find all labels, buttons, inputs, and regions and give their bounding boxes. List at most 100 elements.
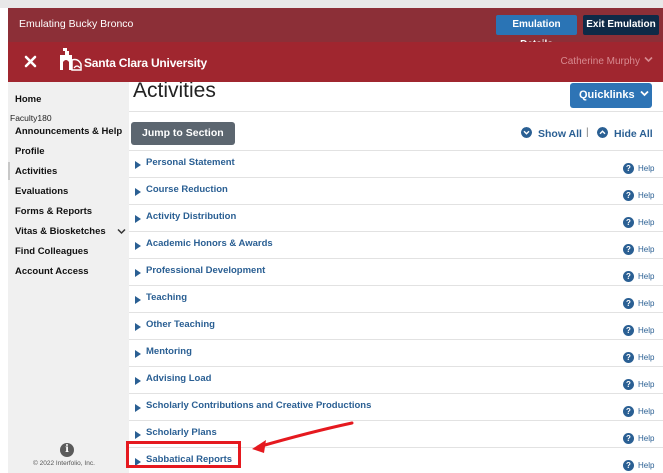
section-row[interactable]: Course Reduction ? Help	[129, 177, 663, 204]
expand-triangle-icon	[135, 431, 141, 439]
section-row[interactable]: Activity Distribution ? Help	[129, 204, 663, 231]
info-icon[interactable]: i	[60, 443, 74, 457]
section-row[interactable]: Academic Honors & Awards ? Help	[129, 231, 663, 258]
expand-triangle-icon	[135, 296, 141, 304]
section-label[interactable]: Advising Load	[146, 373, 211, 384]
mission-bell-logo-icon	[60, 48, 82, 71]
brand-name[interactable]: Santa Clara University	[84, 56, 207, 70]
help-label: Help	[638, 407, 655, 416]
question-icon: ?	[623, 163, 634, 174]
hide-all-label: Hide All	[614, 128, 653, 140]
emulation-details-button[interactable]: Emulation Details	[496, 15, 577, 50]
chevron-down-icon	[640, 90, 649, 97]
section-label[interactable]: Activity Distribution	[146, 211, 236, 222]
sidebar-item-find-colleagues[interactable]: Find Colleagues	[15, 246, 88, 257]
section-row[interactable]: Teaching ? Help	[129, 285, 663, 312]
user-menu[interactable]: Catherine Murphy	[561, 56, 653, 67]
circle-chevron-up-icon	[597, 127, 608, 138]
title-divider	[129, 111, 663, 112]
close-icon[interactable]	[22, 50, 40, 74]
section-label[interactable]: Scholarly Plans	[146, 427, 217, 438]
emulation-bar: Emulating Bucky Bronco Emulation Details…	[8, 8, 663, 50]
quicklinks-button[interactable]: Quicklinks	[570, 83, 652, 108]
question-icon: ?	[623, 325, 634, 336]
jump-to-section-button[interactable]: Jump to Section	[131, 122, 235, 158]
expand-triangle-icon	[135, 350, 141, 358]
help-label: Help	[638, 353, 655, 362]
quicklinks-label: Quicklinks	[579, 89, 635, 101]
question-icon: ?	[623, 244, 634, 255]
section-row[interactable]: Scholarly Contributions and Creative Pro…	[129, 393, 663, 420]
copyright: © 2022 Interfolio, Inc.	[33, 460, 95, 467]
section-label[interactable]: Scholarly Contributions and Creative Pro…	[146, 400, 371, 411]
section-row[interactable]: Other Teaching ? Help	[129, 312, 663, 339]
question-icon: ?	[623, 217, 634, 228]
help-link[interactable]: ? Help	[623, 379, 654, 390]
help-link[interactable]: ? Help	[623, 298, 654, 309]
question-icon: ?	[623, 298, 634, 309]
sidebar-group-label: Faculty180	[10, 113, 52, 123]
main-header: Santa Clara University Catherine Murphy	[8, 42, 663, 82]
section-label[interactable]: Professional Development	[146, 265, 265, 276]
question-icon: ?	[623, 460, 634, 471]
section-label[interactable]: Mentoring	[146, 346, 192, 357]
help-link[interactable]: ? Help	[623, 352, 654, 363]
sidebar-item-activities[interactable]: Activities	[15, 166, 57, 177]
sidebar-item-announcements[interactable]: Announcements & Help	[15, 126, 122, 137]
help-link[interactable]: ? Help	[623, 460, 654, 471]
help-label: Help	[638, 218, 655, 227]
sidebar-item-vitas-biosketches[interactable]: Vitas & Biosketches	[15, 226, 106, 237]
user-name: Catherine Murphy	[560, 56, 640, 67]
expand-triangle-icon	[135, 161, 141, 169]
help-label: Help	[638, 299, 655, 308]
section-row[interactable]: Mentoring ? Help	[129, 339, 663, 366]
help-link[interactable]: ? Help	[623, 163, 654, 174]
main-content: Activities Quicklinks Jump to Section Sh…	[129, 82, 663, 473]
section-label[interactable]: Other Teaching	[146, 319, 215, 330]
section-row[interactable]: Professional Development ? Help	[129, 258, 663, 285]
help-link[interactable]: ? Help	[623, 271, 654, 282]
expand-triangle-icon	[135, 404, 141, 412]
active-indicator	[8, 162, 10, 180]
question-icon: ?	[623, 352, 634, 363]
question-icon: ?	[623, 190, 634, 201]
circle-chevron-down-icon	[521, 127, 532, 138]
help-link[interactable]: ? Help	[623, 433, 654, 444]
section-label[interactable]: Personal Statement	[146, 157, 235, 168]
help-label: Help	[638, 245, 655, 254]
section-label[interactable]: Teaching	[146, 292, 187, 303]
section-label[interactable]: Course Reduction	[146, 184, 228, 195]
hide-all-link[interactable]: Hide All	[597, 127, 653, 140]
sidebar-item-profile[interactable]: Profile	[15, 146, 45, 157]
help-label: Help	[638, 272, 655, 281]
section-row[interactable]: Personal Statement ? Help	[129, 150, 663, 177]
jump-to-section-label: Jump to Section	[142, 127, 224, 139]
question-icon: ?	[623, 271, 634, 282]
expand-triangle-icon	[135, 323, 141, 331]
help-link[interactable]: ? Help	[623, 325, 654, 336]
show-all-link[interactable]: Show All	[521, 127, 582, 140]
help-link[interactable]: ? Help	[623, 217, 654, 228]
sidebar-item-evaluations[interactable]: Evaluations	[15, 186, 68, 197]
help-link[interactable]: ? Help	[623, 190, 654, 201]
help-label: Help	[638, 461, 655, 470]
sidebar: Home Faculty180 Announcements & Help Pro…	[8, 82, 129, 473]
help-label: Help	[638, 164, 655, 173]
help-link[interactable]: ? Help	[623, 244, 654, 255]
page-title: Activities	[133, 82, 216, 102]
chevron-down-icon[interactable]	[117, 228, 126, 235]
section-row[interactable]: Advising Load ? Help	[129, 366, 663, 393]
section-label[interactable]: Academic Honors & Awards	[146, 238, 273, 249]
expand-triangle-icon	[135, 188, 141, 196]
window-top-border	[0, 0, 663, 8]
sidebar-item-forms-reports[interactable]: Forms & Reports	[15, 206, 92, 217]
help-link[interactable]: ? Help	[623, 406, 654, 417]
sidebar-item-home[interactable]: Home	[15, 94, 41, 105]
exit-emulation-button[interactable]: Exit Emulation	[583, 15, 659, 35]
expand-triangle-icon	[135, 377, 141, 385]
expand-triangle-icon	[135, 215, 141, 223]
sidebar-item-account-access[interactable]: Account Access	[15, 266, 89, 277]
question-icon: ?	[623, 433, 634, 444]
separator: |	[586, 127, 589, 138]
expand-triangle-icon	[135, 269, 141, 277]
